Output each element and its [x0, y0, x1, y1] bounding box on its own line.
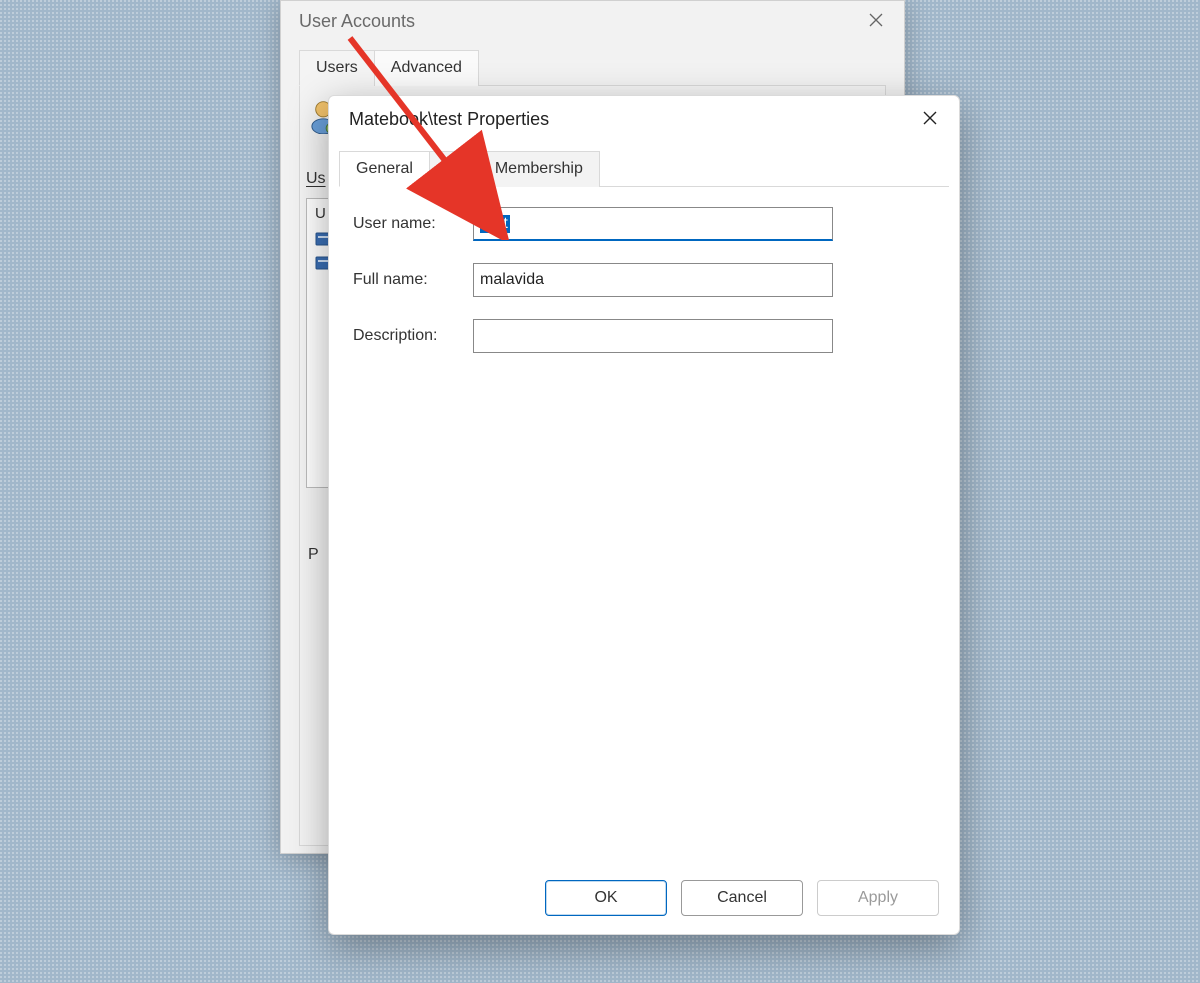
parent-close-button[interactable]	[848, 1, 904, 41]
tab-advanced[interactable]: Advanced	[374, 50, 479, 86]
child-tabstrip: General Group Membership	[339, 150, 949, 187]
child-body: User name: test Full name: malavida Desc…	[329, 187, 959, 868]
users-heading: Us	[306, 170, 326, 188]
close-icon	[923, 108, 937, 131]
fullname-field[interactable]: malavida	[473, 263, 833, 297]
row-fullname: Full name: malavida	[353, 263, 935, 297]
tab-general[interactable]: General	[339, 151, 430, 187]
username-field[interactable]: test	[473, 207, 833, 241]
child-window-title: Matebook\test Properties	[349, 109, 549, 130]
parent-titlebar[interactable]: User Accounts	[281, 1, 904, 41]
fullname-value: malavida	[480, 271, 544, 289]
child-close-button[interactable]	[901, 96, 959, 144]
cancel-button[interactable]: Cancel	[681, 880, 803, 916]
tab-users[interactable]: Users	[299, 50, 375, 86]
parent-tabstrip: Users Advanced	[299, 49, 886, 86]
close-icon	[869, 10, 883, 33]
username-value-selected: test	[480, 215, 510, 233]
child-tabstrip-wrap: General Group Membership	[329, 144, 959, 187]
child-titlebar[interactable]: Matebook\test Properties	[329, 96, 959, 144]
description-label: Description:	[353, 327, 473, 345]
tab-group-membership[interactable]: Group Membership	[429, 151, 600, 187]
user-properties-window: Matebook\test Properties General Group M…	[328, 95, 960, 935]
password-section-label: P	[308, 546, 319, 564]
row-username: User name: test	[353, 207, 935, 241]
apply-button: Apply	[817, 880, 939, 916]
parent-window-title: User Accounts	[299, 11, 415, 32]
fullname-label: Full name:	[353, 271, 473, 289]
dialog-button-bar: OK Cancel Apply	[329, 868, 959, 934]
ok-button[interactable]: OK	[545, 880, 667, 916]
username-label: User name:	[353, 215, 473, 233]
description-field[interactable]	[473, 319, 833, 353]
row-description: Description:	[353, 319, 935, 353]
